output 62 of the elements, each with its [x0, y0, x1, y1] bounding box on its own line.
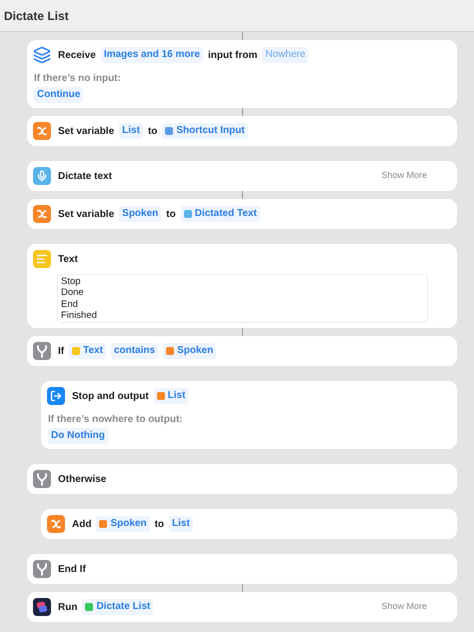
text-field[interactable]: Stop Done End Finished — [57, 274, 428, 324]
show-more-button[interactable]: Show More — [381, 600, 427, 614]
action-text: Text — [58, 252, 78, 266]
parameter-token[interactable]: Spoken — [119, 206, 162, 222]
action-text: input from — [208, 48, 258, 62]
action-card[interactable]: Stop and output List If there’s nowhere to output: Do Nothing — [41, 381, 457, 450]
action-card[interactable]: Set variable Spoken to Dictated Text — [27, 199, 457, 229]
text-icon — [33, 250, 51, 268]
action-card[interactable]: Run Dictate List Show More — [27, 592, 457, 622]
shortcuts-icon — [33, 598, 51, 616]
action-text: Add — [72, 518, 92, 532]
action-card[interactable]: Dictate text Show More — [27, 161, 457, 191]
text-line: Stop — [61, 276, 81, 288]
action-text: to — [154, 518, 164, 532]
branch-icon — [33, 470, 51, 488]
variable-token[interactable]: Text — [69, 343, 106, 360]
action-text: Set variable — [58, 124, 114, 138]
microphone-icon — [33, 167, 51, 185]
action-card[interactable]: If Text contains Spoken — [27, 336, 457, 366]
parameter-token[interactable]: Nowhere — [262, 47, 308, 63]
option-value[interactable]: Do Nothing — [48, 428, 108, 444]
variable-token[interactable]: Spoken — [163, 343, 216, 360]
variable-icon — [33, 205, 51, 223]
action-text: Set variable — [58, 208, 114, 222]
action-text: If — [58, 344, 64, 359]
parameter-token[interactable]: contains — [110, 343, 158, 360]
text-line: Finished — [61, 310, 97, 322]
action-text: to — [166, 208, 176, 222]
action-card[interactable]: Text Stop Done End Finished — [27, 244, 457, 328]
action-card[interactable]: End If — [27, 554, 457, 584]
option-label: If there’s no input: — [34, 72, 122, 86]
variable-icon — [33, 122, 51, 140]
action-text: Dictate text — [58, 170, 112, 184]
text-line: Done — [61, 287, 84, 299]
variable-token[interactable]: Shortcut Input — [162, 123, 248, 139]
option-value[interactable]: Continue — [34, 87, 84, 103]
action-text: Receive — [58, 48, 96, 62]
variable-icon — [47, 515, 65, 534]
parameter-token[interactable]: List — [119, 123, 143, 139]
action-text: to — [148, 124, 158, 138]
action-text: Stop and output — [72, 390, 149, 404]
layers-icon — [33, 46, 51, 64]
parameter-token[interactable]: Images and 16 more — [100, 47, 203, 63]
action-text: Otherwise — [58, 472, 106, 487]
action-card[interactable]: Add Spoken to List — [41, 509, 457, 540]
branch-icon — [33, 342, 51, 360]
variable-token[interactable]: Spoken — [96, 516, 150, 532]
branch-icon — [33, 560, 51, 578]
parameter-token[interactable]: List — [169, 516, 193, 532]
show-more-button[interactable]: Show More — [381, 169, 427, 183]
variable-token[interactable]: Dictate List — [82, 599, 154, 616]
variable-token[interactable]: Dictated Text — [180, 206, 260, 222]
option-label: If there’s nowhere to output: — [48, 413, 184, 428]
action-card[interactable]: Receive Images and 16 more input from Nowhere If there’s no input: Continue — [27, 40, 457, 108]
action-text: End If — [58, 562, 86, 577]
action-text: Run — [58, 600, 78, 615]
window-title: Dictate List — [4, 8, 69, 24]
variable-token[interactable]: List — [154, 388, 188, 404]
action-card[interactable]: Set variable List to Shortcut Input — [27, 116, 457, 146]
text-line: End — [61, 298, 78, 310]
output-icon — [47, 387, 65, 406]
action-card[interactable]: Otherwise — [27, 464, 457, 494]
